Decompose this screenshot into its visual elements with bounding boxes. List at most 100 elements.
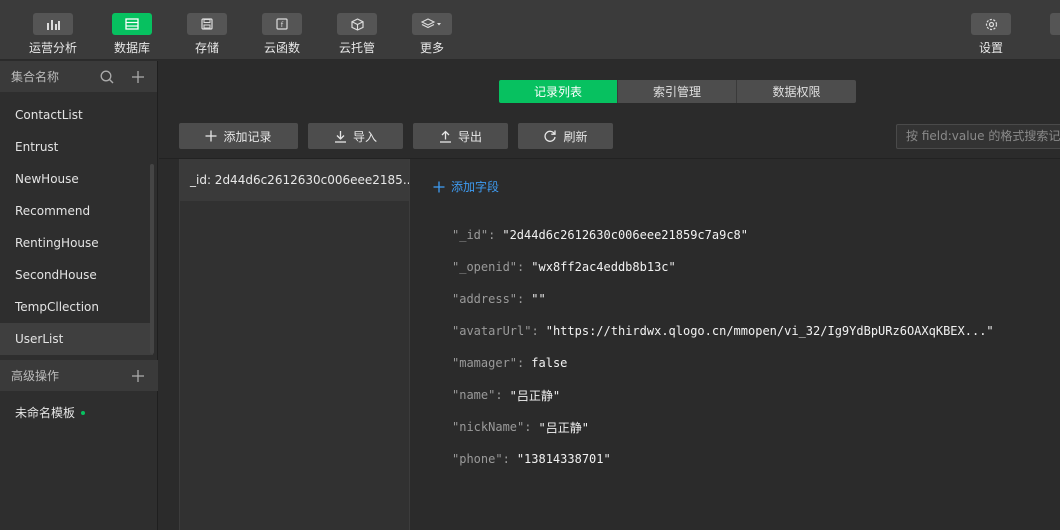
- field-value: "https://thirdwx.qlogo.cn/mmopen/vi_32/I…: [545, 324, 994, 338]
- status-dot-icon: [81, 410, 86, 415]
- field-value: "吕正静": [509, 388, 561, 403]
- export-label: 导出: [457, 129, 482, 144]
- plus-icon: [433, 181, 445, 192]
- field-key: "address": [452, 292, 518, 306]
- collection-item[interactable]: TempCllection: [0, 291, 153, 323]
- field-colon: :: [531, 324, 539, 338]
- toolbar-label: 数据库: [113, 41, 150, 55]
- collections-title: 集合名称: [11, 70, 60, 84]
- field-key: "phone": [452, 452, 503, 466]
- field-colon: :: [517, 356, 525, 370]
- field-value: "吕正静": [538, 420, 589, 435]
- field-colon: :: [495, 388, 503, 402]
- toolbar-label: 云托管: [338, 41, 375, 55]
- import-button[interactable]: 导入: [308, 123, 403, 149]
- refresh-icon: [544, 130, 557, 142]
- record-list: _id: 2d44d6c2612630c006eee2185...: [179, 159, 410, 530]
- field-row[interactable]: "_openid": "wx8ff2ac4eddb8b13c": [452, 251, 994, 283]
- search-icon[interactable]: [99, 69, 115, 85]
- import-label: 导入: [352, 129, 377, 144]
- collection-item[interactable]: NewHouse: [0, 163, 153, 195]
- toolbar-database-button[interactable]: 数据库: [92, 0, 172, 60]
- field-colon: :: [517, 292, 525, 306]
- advanced-header: 高级操作: [0, 360, 158, 391]
- export-button[interactable]: 导出: [413, 123, 508, 149]
- field-key: "avatarUrl": [452, 324, 532, 338]
- field-value: false: [531, 356, 568, 370]
- add-advanced-icon[interactable]: [130, 368, 146, 384]
- field-row[interactable]: "name": "吕正静": [452, 379, 994, 411]
- collections-header: 集合名称: [0, 61, 157, 92]
- upload-icon: [439, 130, 451, 143]
- toolbar-cloud-function-button[interactable]: f 云函数: [242, 0, 322, 60]
- template-label: 未命名模板: [15, 406, 76, 420]
- toolbar-more-button[interactable]: 更多: [392, 0, 472, 60]
- tab-indexes[interactable]: 索引管理: [618, 80, 737, 103]
- tab-permissions[interactable]: 数据权限: [737, 80, 856, 103]
- add-field-button[interactable]: 添加字段: [433, 178, 499, 195]
- add-field-label: 添加字段: [451, 180, 500, 194]
- collection-item[interactable]: Recommend: [0, 195, 153, 227]
- toolbar-settings-button[interactable]: 设置: [951, 0, 1031, 60]
- field-key: "name": [452, 388, 496, 402]
- field-value: "13814338701": [516, 452, 611, 466]
- field-value: "2d44d6c2612630c006eee21859c7a9c8": [502, 228, 748, 242]
- advanced-title: 高级操作: [11, 369, 60, 383]
- billing-icon: [1050, 13, 1060, 35]
- sidebar-scrollbar[interactable]: [150, 164, 154, 354]
- field-key: "_openid": [452, 260, 518, 274]
- function-icon: f: [262, 13, 302, 35]
- add-record-label: 添加记录: [223, 129, 272, 144]
- layers-icon: [412, 13, 452, 35]
- toolbar-label: 存储: [194, 41, 219, 55]
- field-row[interactable]: "mamager": false: [452, 347, 994, 379]
- template-item[interactable]: 未命名模板: [15, 404, 86, 421]
- field-key: "_id": [452, 228, 489, 242]
- cube-icon: [337, 13, 377, 35]
- add-record-button[interactable]: 添加记录: [179, 123, 298, 149]
- toolbar-label: 设置: [978, 41, 1003, 55]
- top-toolbar: 运营分析 数据库 存储 f 云函数 云托管 更多 设置: [0, 0, 1060, 60]
- database-icon: [112, 13, 152, 35]
- collection-list: ContactList Entrust NewHouse Recommend R…: [0, 99, 157, 355]
- svg-text:f: f: [281, 21, 284, 29]
- refresh-label: 刷新: [563, 129, 588, 144]
- bar-chart-icon: [33, 13, 73, 35]
- collection-item[interactable]: ContactList: [0, 99, 153, 131]
- action-bar: 添加记录 导入 导出 刷新: [179, 123, 623, 149]
- main-panel: 记录列表 索引管理 数据权限 添加记录 导入 导出 刷新 按 field:val…: [159, 61, 1060, 530]
- field-row[interactable]: "phone": "13814338701": [452, 443, 994, 475]
- toolbar-storage-button[interactable]: 存储: [167, 0, 247, 60]
- toolbar-cloud-hosting-button[interactable]: 云托管: [317, 0, 397, 60]
- collection-item[interactable]: Entrust: [0, 131, 153, 163]
- record-item[interactable]: _id: 2d44d6c2612630c006eee2185...: [180, 159, 409, 201]
- save-icon: [187, 13, 227, 35]
- field-row[interactable]: "avatarUrl": "https://thirdwx.qlogo.cn/mm…: [452, 315, 994, 347]
- add-collection-icon[interactable]: [130, 69, 146, 85]
- toolbar-analytics-button[interactable]: 运营分析: [13, 0, 93, 60]
- download-icon: [334, 130, 346, 143]
- field-row[interactable]: "_id": "2d44d6c2612630c006eee21859c7a9c8": [452, 219, 994, 251]
- record-detail: 添加字段 "_id": "2d44d6c2612630c006eee21859c7…: [411, 159, 1060, 530]
- collection-item-selected[interactable]: UserList: [0, 323, 153, 355]
- field-value: "": [531, 292, 546, 306]
- field-row[interactable]: "address": "": [452, 283, 994, 315]
- field-colon: :: [524, 420, 532, 434]
- toolbar-billing-button[interactable]: 费: [1030, 0, 1060, 60]
- toolbar-label: 运营分析: [28, 41, 77, 55]
- field-key: "nickName": [452, 420, 525, 434]
- tab-records[interactable]: 记录列表: [499, 80, 618, 103]
- field-value: "wx8ff2ac4eddb8b13c": [531, 260, 676, 274]
- gear-icon: [971, 13, 1011, 35]
- collection-item[interactable]: RentingHouse: [0, 227, 153, 259]
- plus-icon: [205, 130, 217, 142]
- field-list: "_id": "2d44d6c2612630c006eee21859c7a9c8"…: [452, 219, 994, 475]
- collection-item[interactable]: SecondHouse: [0, 259, 153, 291]
- refresh-button[interactable]: 刷新: [518, 123, 613, 149]
- field-key: "mamager": [452, 356, 518, 370]
- search-input[interactable]: 按 field:value 的格式搜索记: [896, 124, 1060, 149]
- toolbar-label: 云函数: [263, 41, 300, 55]
- field-colon: :: [502, 452, 510, 466]
- field-row[interactable]: "nickName": "吕正静": [452, 411, 994, 443]
- toolbar-label: 更多: [419, 41, 444, 55]
